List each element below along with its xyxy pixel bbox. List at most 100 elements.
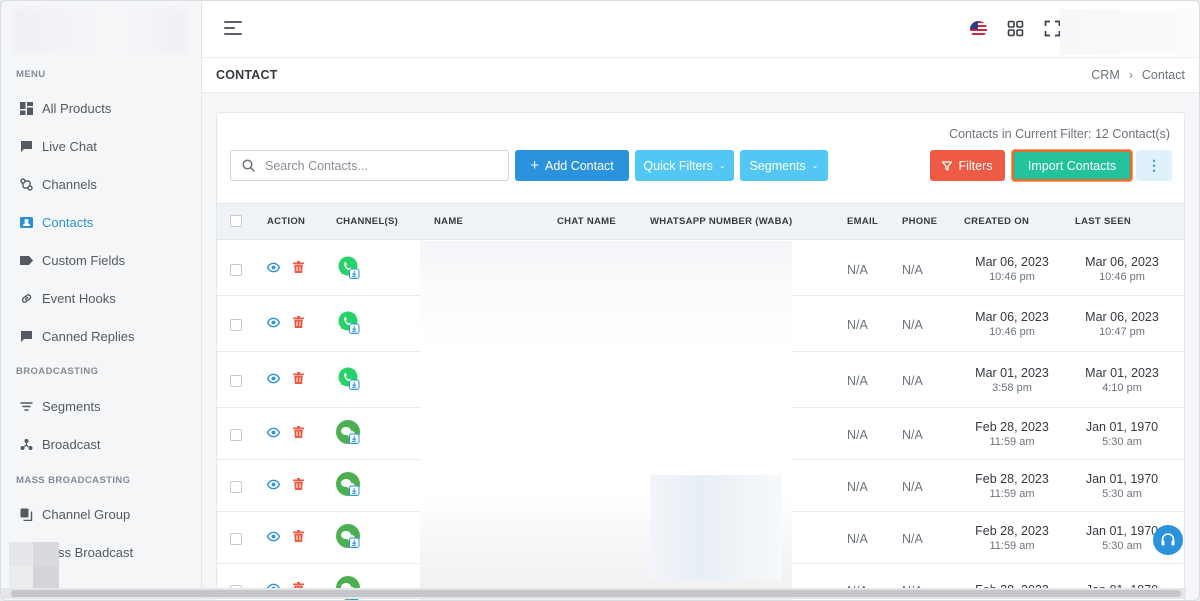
wechat-channel-icon [336, 420, 362, 446]
sidebar-item-label: Broadcast [42, 436, 101, 452]
breadcrumb: CRM › Contact [1091, 68, 1185, 82]
contact-card-icon [20, 216, 33, 229]
copy-icon [20, 508, 33, 521]
channels-icon [20, 177, 33, 191]
created-time: 11:59 am [989, 436, 1035, 448]
last-seen-date: Jan 01, 1970 [1085, 472, 1159, 486]
column-header-phone[interactable]: PHONE [902, 216, 937, 227]
email-cell: N/A [847, 318, 868, 332]
column-header-created-on[interactable]: CREATED ON [964, 216, 1029, 227]
wechat-channel-icon [336, 524, 362, 550]
page-title: CONTACT [216, 68, 278, 82]
grid-icon [20, 101, 33, 115]
last-seen-cell: Mar 06, 2023 10:46 pm [1072, 255, 1172, 283]
search-input[interactable] [265, 158, 495, 173]
last-seen-time: 10:46 pm [1099, 271, 1145, 283]
delete-icon[interactable] [293, 316, 304, 328]
sidebar-item-label: Contacts [42, 214, 94, 230]
search-box[interactable] [230, 150, 509, 181]
horizontal-scrollbar[interactable] [1, 588, 1186, 599]
apps-grid-icon[interactable] [1007, 20, 1024, 37]
support-chat-button[interactable] [1153, 525, 1183, 555]
phone-cell: N/A [902, 532, 923, 546]
menu-icon[interactable] [224, 21, 242, 37]
last-seen-cell: Jan 01, 1970 5:30 am [1072, 472, 1172, 500]
phone-cell: N/A [902, 263, 923, 277]
last-seen-time: 10:47 pm [1099, 326, 1145, 338]
delete-icon[interactable] [293, 426, 304, 438]
created-time: 10:46 pm [989, 271, 1035, 283]
created-date: Feb 28, 2023 [975, 472, 1049, 486]
delete-icon[interactable] [293, 261, 304, 273]
view-icon[interactable] [266, 261, 281, 274]
sidebar-item-channels[interactable]: Channels [20, 173, 97, 195]
delete-icon[interactable] [293, 478, 304, 490]
view-icon[interactable] [266, 426, 281, 439]
logo [15, 9, 185, 53]
sidebar-item-label: ss Broadcast [58, 544, 134, 560]
sidebar-item-segments[interactable]: Segments [20, 395, 101, 417]
sidebar-item-all-products[interactable]: All Products [20, 97, 111, 119]
created-date: Feb 28, 2023 [975, 420, 1049, 434]
more-options-button[interactable]: ⋮ [1136, 150, 1172, 181]
chevron-right-icon: › [1128, 68, 1133, 82]
quick-filters-button[interactable]: Quick Filters ⌄ [635, 150, 734, 181]
wechat-channel-icon [336, 472, 362, 498]
sidebar-item-label: Segments [42, 398, 101, 414]
us-flag-icon[interactable] [970, 21, 987, 37]
row-checkbox[interactable] [230, 533, 242, 545]
avatar[interactable] [9, 542, 61, 590]
sidebar-item-live-chat[interactable]: Live Chat [20, 135, 97, 157]
delete-icon[interactable] [293, 530, 304, 542]
fullscreen-icon[interactable] [1044, 20, 1061, 37]
sidebar-item-mass-broadcast[interactable]: ss Broadcast [58, 541, 133, 563]
sidebar-item-channel-group[interactable]: Channel Group [20, 503, 130, 525]
broadcast-icon [20, 438, 33, 451]
breadcrumb-contact: Contact [1141, 68, 1185, 82]
filters-button[interactable]: Filters [930, 150, 1005, 181]
sidebar-item-event-hooks[interactable]: Event Hooks [20, 287, 116, 309]
row-checkbox[interactable] [230, 481, 242, 493]
last-seen-date: Mar 06, 2023 [1085, 310, 1159, 324]
whatsapp-channel-icon [336, 310, 362, 336]
phone-cell: N/A [902, 480, 923, 494]
last-seen-cell: Jan 01, 1970 5:30 am [1072, 420, 1172, 448]
view-icon[interactable] [266, 316, 281, 329]
sidebar-item-label: Live Chat [42, 138, 97, 154]
filters-label: Filters [958, 158, 993, 173]
search-icon [242, 159, 255, 172]
row-checkbox[interactable] [230, 319, 242, 331]
view-icon[interactable] [266, 530, 281, 543]
select-all-checkbox[interactable] [230, 215, 242, 227]
sidebar-item-broadcast[interactable]: Broadcast [20, 433, 101, 455]
email-cell: N/A [847, 480, 868, 494]
sidebar-item-label: Custom Fields [42, 252, 126, 268]
delete-icon[interactable] [293, 372, 304, 384]
column-header-chat-name[interactable]: CHAT NAME [557, 216, 616, 227]
column-header-last-seen[interactable]: LAST SEEN [1075, 216, 1131, 227]
user-profile[interactable] [1060, 9, 1196, 55]
last-seen-time: 5:30 am [1102, 488, 1142, 500]
row-checkbox[interactable] [230, 375, 242, 387]
sidebar-item-label: Canned Replies [42, 328, 135, 344]
column-header-whatsapp-number[interactable]: WHATSAPP NUMBER (WABA) [650, 216, 792, 227]
breadcrumb-crm[interactable]: CRM [1091, 68, 1119, 82]
row-checkbox[interactable] [230, 264, 242, 276]
created-date: Mar 06, 2023 [975, 310, 1049, 324]
sidebar-item-contacts[interactable]: Contacts [20, 211, 93, 233]
column-header-email[interactable]: EMAIL [847, 216, 878, 227]
column-header-name[interactable]: NAME [434, 216, 463, 227]
add-contact-button[interactable]: + Add Contact [515, 150, 629, 181]
sidebar-item-custom-fields[interactable]: Custom Fields [20, 249, 125, 271]
import-contacts-button[interactable]: Import Contacts [1012, 150, 1132, 181]
row-checkbox[interactable] [230, 429, 242, 441]
last-seen-date: Mar 01, 2023 [1085, 366, 1159, 380]
sidebar-item-canned-replies[interactable]: Canned Replies [20, 325, 135, 347]
phone-cell: N/A [902, 428, 923, 442]
view-icon[interactable] [266, 372, 281, 385]
filter-lines-icon [20, 400, 33, 413]
view-icon[interactable] [266, 478, 281, 491]
segments-button[interactable]: Segments ⌄ [740, 150, 828, 181]
reply-icon [20, 330, 33, 343]
sidebar-item-label: Event Hooks [42, 290, 116, 306]
